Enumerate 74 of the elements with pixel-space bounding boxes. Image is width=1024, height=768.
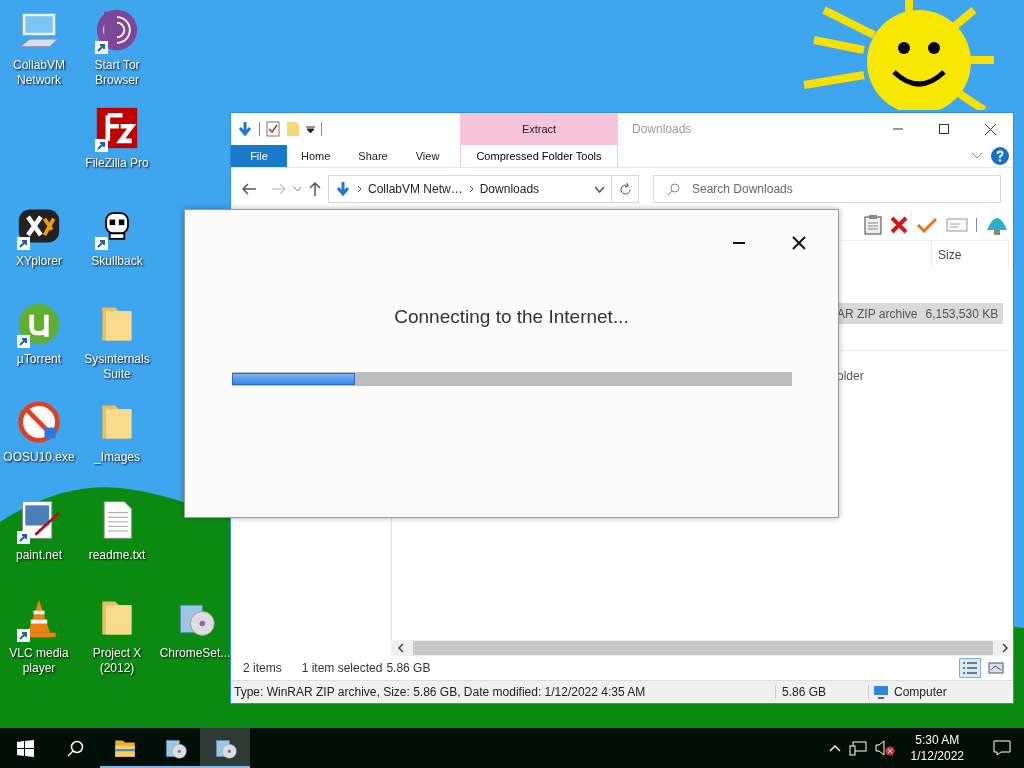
- file-menu-tab[interactable]: File: [231, 145, 287, 167]
- search-icon: [667, 183, 680, 196]
- dropdown-icon[interactable]: [306, 125, 315, 133]
- chevron-down-icon[interactable]: [594, 185, 605, 193]
- close-icon: [984, 123, 996, 135]
- desktop-shortcut[interactable]: µTorrent: [1, 300, 77, 367]
- refresh-button[interactable]: [612, 175, 639, 203]
- details-view-button[interactable]: [959, 658, 981, 678]
- desktop-shortcut[interactable]: Project X (2012): [79, 594, 155, 676]
- onion-icon: [95, 8, 139, 52]
- selection-size: 5.86 GB: [386, 661, 431, 675]
- chevron-down-icon[interactable]: [971, 152, 983, 160]
- desktop-shortcut[interactable]: CollabVM Network: [1, 6, 77, 88]
- breadcrumb-item[interactable]: CollabVM Netw…: [368, 182, 463, 196]
- utorrent-icon: [17, 302, 61, 346]
- desktop-shortcut[interactable]: _Images: [79, 398, 155, 465]
- taskbar-app-button[interactable]: [200, 728, 250, 768]
- delete-icon[interactable]: [890, 216, 908, 234]
- ribbon-tab[interactable]: View: [401, 145, 454, 167]
- scroll-right-icon[interactable]: [1001, 643, 1009, 653]
- chevron-right-icon: [468, 185, 474, 193]
- clipboard-icon[interactable]: [864, 215, 882, 235]
- desktop-shortcut[interactable]: Skullback: [79, 202, 155, 269]
- desktop-shortcut[interactable]: readme.txt: [79, 496, 155, 563]
- desktop-shortcut[interactable]: OOSU10.exe: [1, 398, 77, 465]
- breadcrumb-item[interactable]: Downloads: [479, 182, 540, 196]
- desktop-shortcut[interactable]: VLC media player: [1, 594, 77, 676]
- recent-locations-button[interactable]: [293, 186, 302, 192]
- clock[interactable]: 5:30 AM 1/12/2022: [902, 732, 972, 764]
- desktop-shortcut[interactable]: FileZilla Pro: [79, 104, 155, 171]
- dialog-message: Connecting to the Internet...: [393, 306, 630, 328]
- filezilla-icon: [95, 106, 139, 150]
- desktop-shortcut[interactable]: paint.net: [1, 496, 77, 563]
- desktop-shortcut[interactable]: ChromeSet...: [157, 594, 233, 661]
- table-cell: 6,153,530 KB: [925, 306, 998, 321]
- search-field[interactable]: Search Downloads: [653, 175, 1001, 203]
- window-title: Downloads: [631, 122, 693, 136]
- chevron-right-icon: [357, 185, 362, 193]
- ribbon-context-header: Extract: [460, 113, 618, 145]
- ribbon-tab[interactable]: Home: [287, 145, 345, 167]
- refresh-icon: [618, 182, 632, 196]
- file-details-text: Type: WinRAR ZIP archive, Size: 5.86 GB, Date modified: 1/12/2022 4:35 AM: [233, 685, 647, 699]
- close-icon: [792, 236, 806, 250]
- column-header[interactable]: Size: [931, 241, 1009, 269]
- details-list-icon: [962, 661, 978, 675]
- back-button[interactable]: [241, 182, 257, 196]
- desktop-shortcut[interactable]: XYplorer: [1, 202, 77, 269]
- speech-bubble-icon: [993, 740, 1011, 756]
- search-icon: [66, 739, 84, 757]
- help-icon[interactable]: [991, 147, 1009, 165]
- chevron-up-icon[interactable]: [828, 744, 841, 752]
- ribbon-tab[interactable]: Compressed Folder Tools: [460, 145, 618, 167]
- picture-icon: [988, 661, 1004, 675]
- download-arrow-icon[interactable]: [237, 121, 253, 137]
- item-count: 2 items: [243, 661, 282, 675]
- computer-icon: [868, 685, 889, 699]
- desktop-shortcut[interactable]: Sysinternals Suite: [79, 300, 155, 382]
- ribbon-tab[interactable]: Share: [344, 145, 402, 167]
- horizontal-scrollbar[interactable]: [391, 640, 1013, 656]
- maximize-icon: [939, 124, 949, 134]
- size-text: 5.86 GB: [775, 685, 868, 699]
- location-text: Computer: [893, 685, 947, 699]
- prohibition-icon: [17, 400, 61, 444]
- windows-logo-icon: [16, 739, 34, 757]
- download-arrow-icon: [335, 181, 351, 197]
- selection-info: 1 item selected: [301, 661, 383, 675]
- network-icon[interactable]: [848, 740, 867, 756]
- properties-icon[interactable]: [266, 121, 280, 137]
- scroll-left-icon[interactable]: [397, 643, 405, 653]
- muted-speaker-icon[interactable]: [874, 740, 895, 756]
- address-bar[interactable]: CollabVM Netw… Downloads: [328, 175, 612, 203]
- up-button[interactable]: [308, 181, 322, 197]
- desktop-shortcut[interactable]: Start Tor Browser: [79, 6, 155, 88]
- checkmark-icon[interactable]: [916, 217, 938, 233]
